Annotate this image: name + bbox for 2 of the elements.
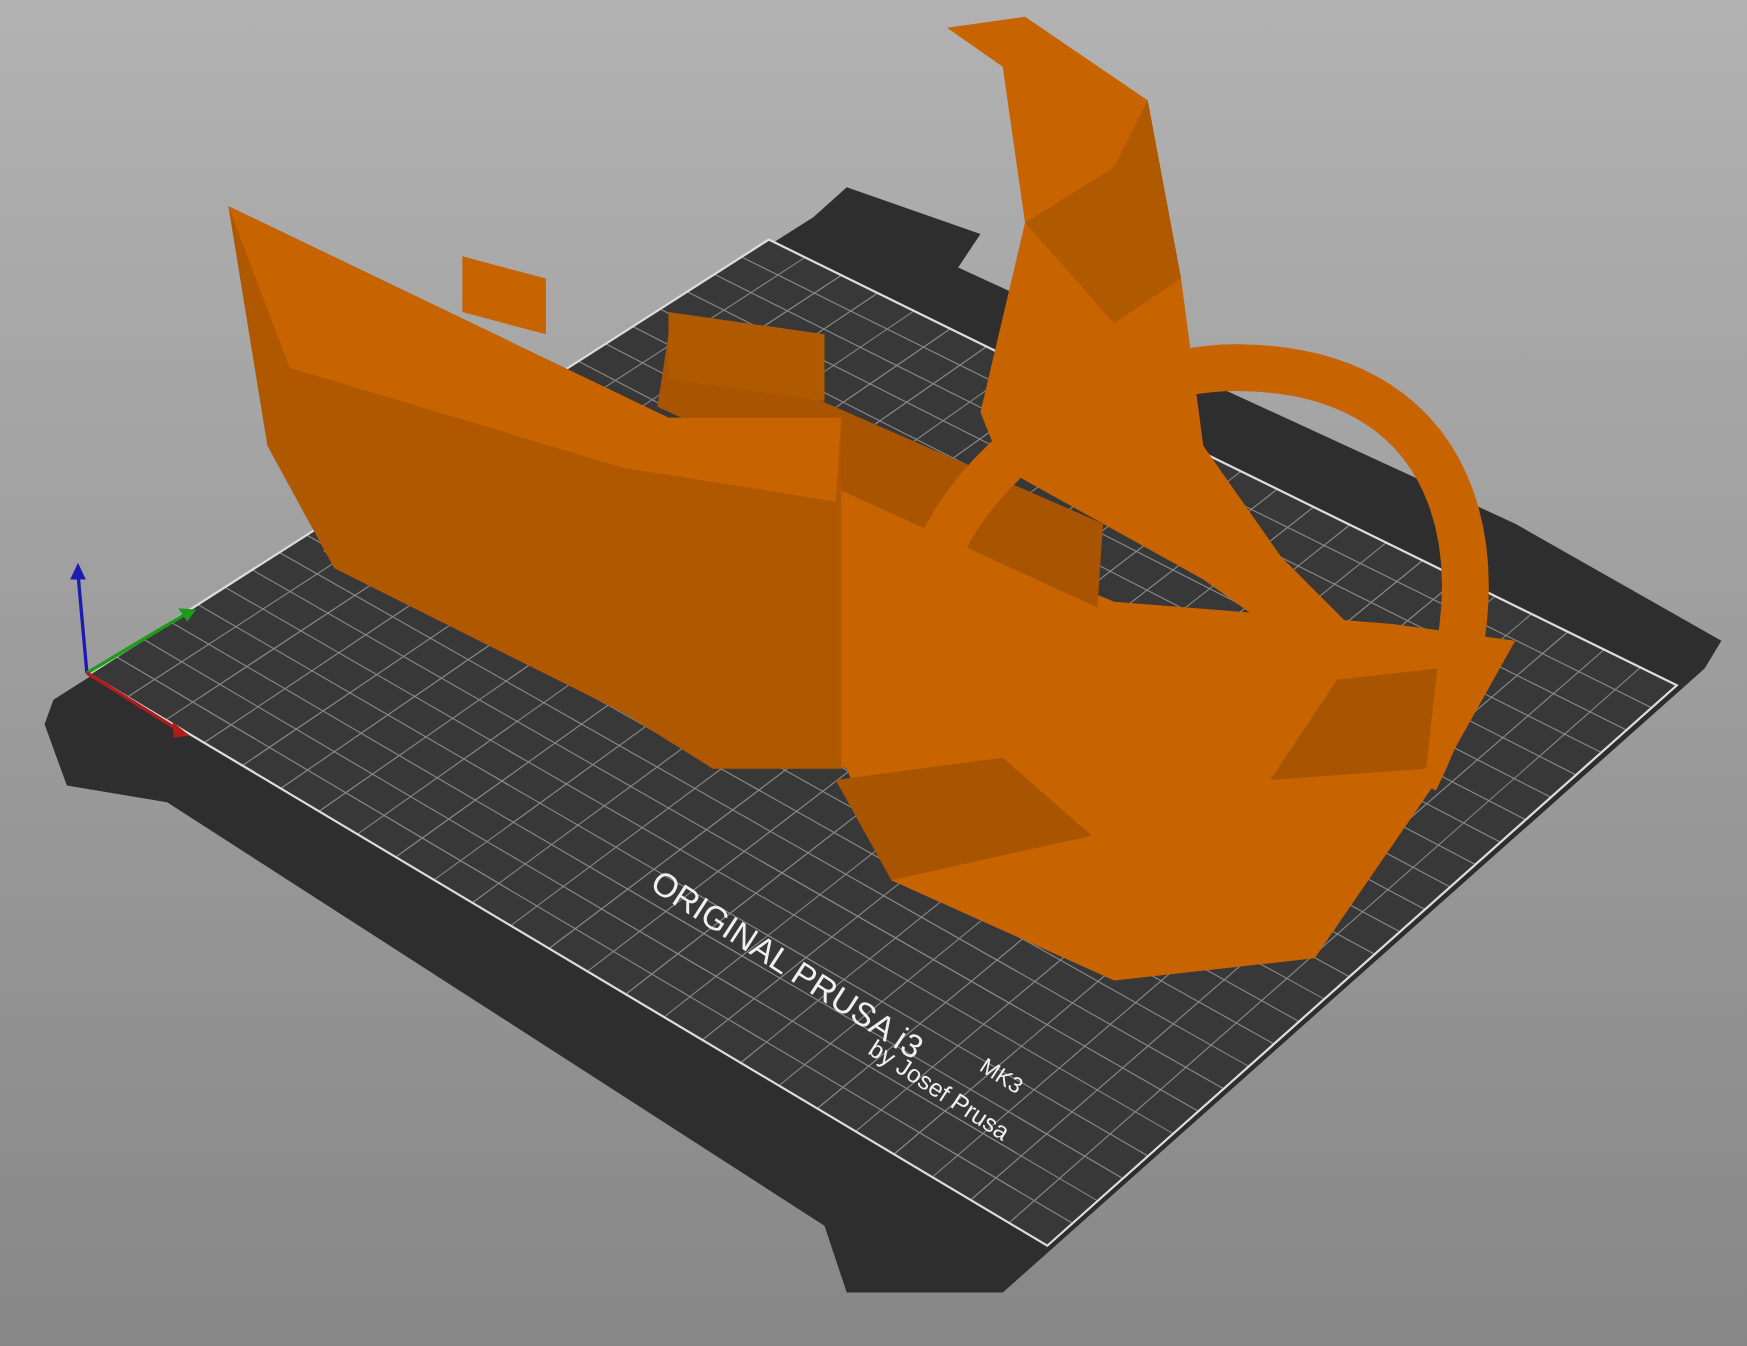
axes-icon <box>70 562 197 738</box>
bed-label-model: MK3 <box>975 1052 1028 1099</box>
